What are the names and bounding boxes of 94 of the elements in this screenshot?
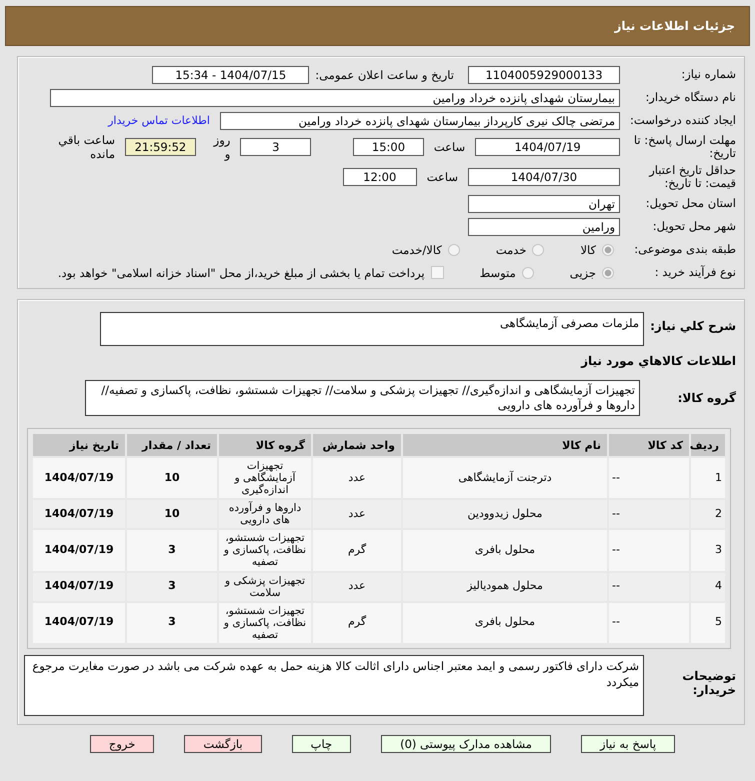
table-cell: محلول زیدوودین xyxy=(403,500,607,528)
section-title: اطلاعات كالاهاي مورد نياز xyxy=(580,354,736,368)
table-cell: 1404/07/19 xyxy=(33,530,125,570)
table-cell: 1404/07/19 xyxy=(33,572,125,601)
need-number-field: 1104005929000133 xyxy=(468,66,620,84)
table-cell: داروها و فرآورده های دارویی xyxy=(219,500,311,528)
table-cell: -- xyxy=(609,458,689,498)
province-field: تهران xyxy=(468,194,620,212)
table-cell: عدد xyxy=(313,572,401,601)
time-field: 12:00 xyxy=(342,168,417,186)
column-header: گروه کالا xyxy=(219,434,311,456)
announce-date-field: 1404/07/15 - 15:34 xyxy=(152,66,310,84)
goods-group-field: تجهیزات آزمایشگاهی و اندازه‌گیری// تجهیزات پزشکی و سلامت// تجهیزات شستشو، نظافت، پاکسازی و تصفیه// داروها و فرآورده های دارویی xyxy=(85,380,640,416)
city-field: ورامین xyxy=(468,218,620,236)
table-cell: 3 xyxy=(127,530,217,570)
field-label: استان محل تحویل: xyxy=(644,196,736,210)
table-cell: محلول بافری xyxy=(403,530,607,570)
field-label: ساعت xyxy=(434,140,466,154)
table-cell: 1404/07/19 xyxy=(33,602,125,643)
table-cell: تجهیزات شستشو، نظافت، پاکسازی و تصفیه xyxy=(219,602,311,643)
radio-label: جزیی xyxy=(570,266,596,280)
field-label: مهلت ارسال پاسخ: تا تاریخ: xyxy=(632,134,736,160)
field-label: گروه كالا: xyxy=(676,391,736,405)
column-header: واحد شمارش xyxy=(313,434,401,456)
requester-field: مرتضی چالک نیری کارپرداز بیمارستان شهدای پانزده خرداد ورامین xyxy=(220,112,620,130)
table-cell: محلول بافری xyxy=(403,602,607,643)
table-cell: -- xyxy=(609,602,689,643)
field-label: توضیحات خریدار: xyxy=(681,668,736,697)
action-button[interactable]: بازگشت xyxy=(184,734,262,753)
table-cell: عدد xyxy=(313,458,401,498)
time-field: 15:00 xyxy=(353,138,424,156)
remaining-time-field: 21:59:52 xyxy=(125,138,196,156)
field-label: نام دستگاه خریدار: xyxy=(644,90,736,104)
table-cell: گرم xyxy=(313,530,401,570)
column-header: کد کالا xyxy=(609,434,689,456)
field-label: حداقل تاریخ اعتبار قیمت: تا تاریخ: xyxy=(648,164,736,190)
radio-label: کالا/خدمت xyxy=(392,242,442,256)
action-button[interactable]: مشاهده مدارک پیوستی (0) xyxy=(381,734,551,753)
checkbox[interactable] xyxy=(430,266,444,279)
action-button[interactable]: چاپ xyxy=(292,734,352,753)
field-label: ایجاد کننده درخواست: xyxy=(629,114,736,128)
table-cell: 1404/07/19 xyxy=(33,500,125,528)
table-cell: -- xyxy=(609,572,689,601)
field-label: شهر محل تحویل: xyxy=(652,220,736,234)
date-field: 1404/07/30 xyxy=(468,168,620,186)
table-cell: -- xyxy=(609,500,689,528)
radio-label: کالا xyxy=(580,242,596,256)
table-cell: 3 xyxy=(127,602,217,643)
buyer-notes-field: شرکت دارای فاکتور رسمی و ایمد معتبر اجناس دارای اثالت کالا هزینه حمل به عهده شرکت می باشد در صورت مغایرت مرجوع میکردد xyxy=(24,654,644,716)
field-label: طبقه بندی موضوعی: xyxy=(633,242,736,256)
action-button[interactable]: پاسخ به نیاز xyxy=(580,734,676,753)
radio-label: متوسط xyxy=(480,266,516,280)
column-header: تعداد / مقدار xyxy=(127,434,217,456)
table-cell: 10 xyxy=(127,458,217,498)
table-cell: 3 xyxy=(127,572,217,601)
table-cell: عدد xyxy=(313,500,401,528)
description-field: ملزمات مصرفی آزمایشگاهی xyxy=(100,312,644,346)
column-header: تاریخ نیاز xyxy=(33,434,125,456)
table-cell: دترجنت آزمایشگاهی xyxy=(403,458,607,498)
field-label: ساعت xyxy=(426,170,458,184)
radio-button[interactable] xyxy=(448,244,460,256)
radio-button[interactable] xyxy=(602,266,614,278)
table-cell: گرم xyxy=(313,602,401,643)
field-label: تاریخ و ساعت اعلان عمومی: xyxy=(315,68,454,82)
column-header: نام کالا xyxy=(403,434,607,456)
radio-label: خدمت xyxy=(496,242,526,256)
table-cell: 5 xyxy=(691,602,725,643)
table-cell: 10 xyxy=(127,500,217,528)
table-cell: محلول همودیالیز xyxy=(403,572,607,601)
checkbox-label: پرداخت تمام یا بخشی از مبلغ خرید،از محل "اسناد خزانه اسلامی" خواهد بود. xyxy=(58,266,425,280)
field-label: ساعت باقي مانده xyxy=(57,133,116,161)
field-label: شرح كلي نياز: xyxy=(649,319,736,333)
buyer-org-field: بیمارستان شهدای پانزده خرداد ورامین xyxy=(50,88,620,106)
table-cell: -- xyxy=(609,530,689,570)
table-cell: تجهیزات آزمایشگاهی و اندازه‌گیری xyxy=(219,458,311,498)
field-label: شماره نیاز: xyxy=(680,68,736,82)
table-cell: تجهیزات پزشکی و سلامت xyxy=(219,572,311,601)
field-label: روز و xyxy=(212,133,230,161)
table-cell: 1 xyxy=(691,458,725,498)
action-button[interactable]: خروج xyxy=(90,734,154,753)
radio-button[interactable] xyxy=(602,244,614,256)
table-cell: 2 xyxy=(691,500,725,528)
table-cell: 3 xyxy=(691,530,725,570)
date-field: 1404/07/19 xyxy=(475,138,620,156)
page-title: جزئیات اطلاعات نیاز xyxy=(614,19,735,33)
days-field: 3 xyxy=(240,138,312,156)
table-cell: 1404/07/19 xyxy=(33,458,125,498)
table-cell: تجهیزات شستشو، نظافت، پاکسازی و تصفیه xyxy=(219,530,311,570)
contact-link[interactable]: اطلاعات تماس خریدار xyxy=(108,114,210,127)
table-cell: 4 xyxy=(691,572,725,601)
field-label: نوع فرآیند خرید : xyxy=(654,266,736,280)
column-header: ردیف xyxy=(691,434,725,456)
radio-button[interactable] xyxy=(522,266,534,278)
radio-button[interactable] xyxy=(532,244,544,256)
